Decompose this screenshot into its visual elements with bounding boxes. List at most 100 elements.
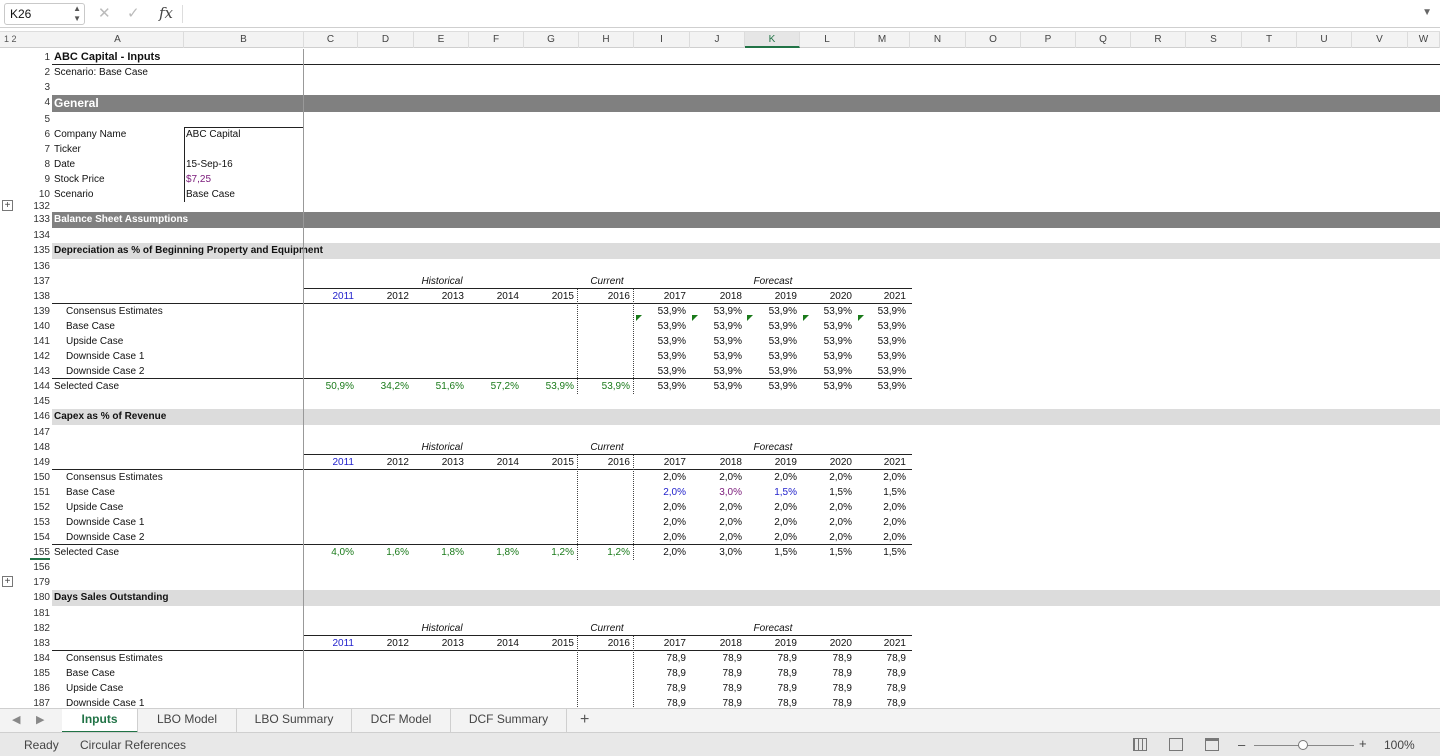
forecast-value[interactable]: 2,0% xyxy=(638,515,686,530)
year-header-2020[interactable]: 2020 xyxy=(804,636,852,651)
forecast-value[interactable]: 2,0% xyxy=(858,530,906,545)
column-header-m[interactable]: M xyxy=(855,32,910,48)
year-header-2019[interactable]: 2019 xyxy=(749,455,797,470)
forecast-value[interactable]: 53,9% xyxy=(804,304,852,319)
row-number[interactable]: 4 xyxy=(26,95,50,110)
forecast-value[interactable]: 78,9 xyxy=(858,681,906,696)
selected-forecast-value[interactable]: 53,9% xyxy=(804,379,852,394)
row-number[interactable]: 147 xyxy=(26,425,50,440)
year-header-2018[interactable]: 2018 xyxy=(694,289,742,304)
case-label[interactable]: Upside Case xyxy=(66,334,266,349)
selected-forecast-value[interactable]: 3,0% xyxy=(694,545,742,560)
forecast-value[interactable]: 78,9 xyxy=(638,666,686,681)
year-header-2013[interactable]: 2013 xyxy=(416,455,464,470)
row-number[interactable]: 139 xyxy=(26,304,50,319)
forecast-label[interactable]: Forecast xyxy=(745,274,801,289)
column-header-j[interactable]: J xyxy=(690,32,745,48)
column-header-h[interactable]: H xyxy=(579,32,634,48)
forecast-value[interactable]: 78,9 xyxy=(804,651,852,666)
year-header-2021[interactable]: 2021 xyxy=(858,636,906,651)
year-header-2014[interactable]: 2014 xyxy=(471,636,519,651)
year-header-2021[interactable]: 2021 xyxy=(858,289,906,304)
row-number[interactable]: 182 xyxy=(26,621,50,636)
row-number[interactable]: 184 xyxy=(26,651,50,666)
row-number[interactable]: 187 xyxy=(26,696,50,708)
row-number[interactable]: 143 xyxy=(26,364,50,379)
row-number[interactable]: 7 xyxy=(26,142,50,157)
forecast-value[interactable]: 78,9 xyxy=(638,651,686,666)
forecast-value[interactable]: 2,0% xyxy=(749,515,797,530)
historical-label[interactable]: Historical xyxy=(414,274,470,289)
forecast-value[interactable]: 1,5% xyxy=(858,485,906,500)
case-label[interactable]: Upside Case xyxy=(66,681,266,696)
current-label[interactable]: Current xyxy=(579,621,635,636)
forecast-value[interactable]: 78,9 xyxy=(638,696,686,708)
forecast-value[interactable]: 53,9% xyxy=(694,364,742,379)
row-number[interactable]: 151 xyxy=(26,485,50,500)
forecast-value[interactable]: 2,0% xyxy=(749,530,797,545)
general-header[interactable]: General xyxy=(54,95,294,110)
case-label[interactable]: Downside Case 1 xyxy=(66,515,266,530)
block-title[interactable]: Days Sales Outstanding xyxy=(54,590,454,605)
row-number[interactable]: 145 xyxy=(26,394,50,409)
year-header-2018[interactable]: 2018 xyxy=(694,636,742,651)
current-value[interactable]: 1,2% xyxy=(582,545,630,560)
historical-value[interactable]: 34,2% xyxy=(361,379,409,394)
row-number[interactable]: 150 xyxy=(26,470,50,485)
case-label[interactable]: Base Case xyxy=(66,485,266,500)
selected-forecast-value[interactable]: 1,5% xyxy=(858,545,906,560)
forecast-value[interactable]: 2,0% xyxy=(638,485,686,500)
case-label[interactable]: Downside Case 2 xyxy=(66,364,266,379)
forecast-value[interactable]: 78,9 xyxy=(694,696,742,708)
year-header-2012[interactable]: 2012 xyxy=(361,455,409,470)
forecast-value[interactable]: 2,0% xyxy=(804,515,852,530)
year-header-2017[interactable]: 2017 xyxy=(638,289,686,304)
forecast-value[interactable]: 78,9 xyxy=(804,696,852,708)
sheet-tab-dcf-model[interactable]: DCF Model xyxy=(352,709,451,733)
column-header-o[interactable]: O xyxy=(966,32,1021,48)
row-number[interactable]: 148 xyxy=(26,440,50,455)
next-sheet-icon[interactable]: ▶ xyxy=(36,713,44,726)
forecast-value[interactable]: 3,0% xyxy=(694,485,742,500)
row-number[interactable]: 3 xyxy=(26,80,50,95)
historical-label[interactable]: Historical xyxy=(414,440,470,455)
field-label[interactable]: Company Name xyxy=(54,127,182,142)
case-label[interactable]: Consensus Estimates xyxy=(66,651,266,666)
column-header-g[interactable]: G xyxy=(524,32,579,48)
row-number[interactable]: 154 xyxy=(26,530,50,545)
cancel-icon[interactable]: ✕ xyxy=(98,4,111,22)
column-header-w[interactable]: W xyxy=(1408,32,1440,48)
forecast-value[interactable]: 78,9 xyxy=(749,651,797,666)
page-layout-view-icon[interactable] xyxy=(1169,738,1183,751)
expand-group-icon[interactable]: + xyxy=(2,200,13,211)
status-circular-references[interactable]: Circular References xyxy=(80,738,186,752)
forecast-value[interactable]: 53,9% xyxy=(749,349,797,364)
case-label[interactable]: Base Case xyxy=(66,319,266,334)
historical-value[interactable]: 57,2% xyxy=(471,379,519,394)
current-label[interactable]: Current xyxy=(579,274,635,289)
prev-sheet-icon[interactable]: ◀ xyxy=(12,713,20,726)
page-break-view-icon[interactable] xyxy=(1205,738,1219,751)
selected-forecast-value[interactable]: 1,5% xyxy=(804,545,852,560)
row-number[interactable]: 153 xyxy=(26,515,50,530)
column-header-i[interactable]: I xyxy=(634,32,690,48)
forecast-value[interactable]: 53,9% xyxy=(694,349,742,364)
row-number[interactable]: 140 xyxy=(26,319,50,334)
forecast-value[interactable]: 78,9 xyxy=(858,666,906,681)
forecast-value[interactable]: 53,9% xyxy=(694,334,742,349)
column-header-v[interactable]: V xyxy=(1352,32,1408,48)
year-header-2020[interactable]: 2020 xyxy=(804,455,852,470)
row-number[interactable]: 183 xyxy=(26,636,50,651)
forecast-value[interactable]: 53,9% xyxy=(749,304,797,319)
field-label[interactable]: Scenario xyxy=(54,187,182,202)
balance-sheet-section-title[interactable]: Balance Sheet Assumptions xyxy=(54,212,354,227)
forecast-value[interactable]: 78,9 xyxy=(694,651,742,666)
year-header-2012[interactable]: 2012 xyxy=(361,636,409,651)
year-header-2013[interactable]: 2013 xyxy=(416,636,464,651)
year-header-2016[interactable]: 2016 xyxy=(582,289,630,304)
year-header-2014[interactable]: 2014 xyxy=(471,289,519,304)
case-label[interactable]: Upside Case xyxy=(66,500,266,515)
row-number[interactable]: 142 xyxy=(26,349,50,364)
forecast-value[interactable]: 2,0% xyxy=(858,470,906,485)
year-header-2019[interactable]: 2019 xyxy=(749,289,797,304)
